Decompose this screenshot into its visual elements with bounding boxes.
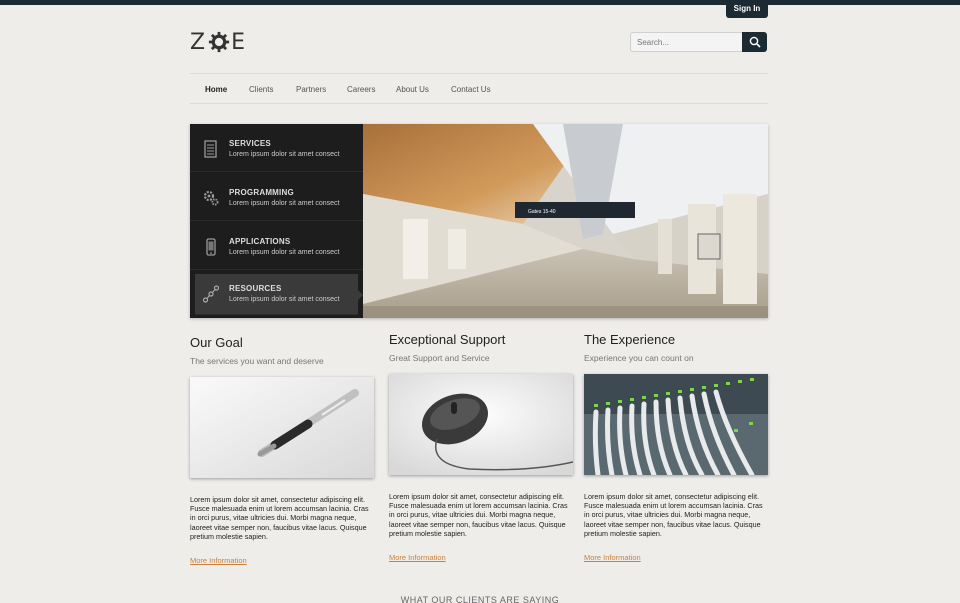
main-nav: Home Clients Partners Careers About Us C… xyxy=(190,73,768,104)
hero-item-subtitle: Lorem ipsum dolor sit amet consect xyxy=(229,151,340,158)
hero-item-subtitle: Lorem ipsum dolor sit amet consect xyxy=(229,200,340,207)
search-input[interactable] xyxy=(630,32,744,52)
mouse-photo xyxy=(389,374,573,475)
more-information-link[interactable]: More Information xyxy=(190,556,247,565)
hero-slider: SERVICES Lorem ipsum dolor sit amet cons… xyxy=(190,124,768,318)
nav-about-us[interactable]: About Us xyxy=(396,85,429,94)
hero-photo: Gates 15-40 xyxy=(363,124,768,318)
column-subtitle: Great Support and Service xyxy=(389,353,490,363)
more-information-link[interactable]: More Information xyxy=(584,553,641,562)
search-button[interactable] xyxy=(742,32,767,52)
gears-icon xyxy=(203,190,219,206)
column-title: The Experience xyxy=(584,332,676,347)
logo[interactable]: Z E xyxy=(190,29,247,55)
gear-icon xyxy=(208,31,230,53)
hero-item-title: SERVICES xyxy=(229,139,271,148)
hero-item-subtitle: Lorem ipsum dolor sit amet consect xyxy=(229,296,340,303)
hero-item-applications[interactable]: APPLICATIONS Lorem ipsum dolor sit amet … xyxy=(190,222,363,270)
nav-home[interactable]: Home xyxy=(205,85,227,94)
network-icon xyxy=(202,285,220,303)
search-icon xyxy=(749,36,761,48)
column-body: Lorem ipsum dolor sit amet, consectetur … xyxy=(389,492,568,538)
gate-sign-text: Gates 15-40 xyxy=(528,209,556,215)
nav-careers[interactable]: Careers xyxy=(347,85,375,94)
top-bar xyxy=(0,0,960,5)
sign-in-button[interactable]: Sign In xyxy=(726,0,768,18)
hero-item-services[interactable]: SERVICES Lorem ipsum dolor sit amet cons… xyxy=(190,124,363,172)
hero-item-resources[interactable]: RESOURCES Lorem ipsum dolor sit amet con… xyxy=(195,274,358,315)
column-exceptional-support: Exceptional Support Great Support and Se… xyxy=(389,332,573,363)
hero-item-subtitle: Lorem ipsum dolor sit amet consect xyxy=(229,249,340,256)
pen-photo xyxy=(190,377,374,478)
network-cables-photo xyxy=(584,374,768,475)
column-body: Lorem ipsum dolor sit amet, consectetur … xyxy=(190,495,369,541)
hero-item-title: APPLICATIONS xyxy=(229,237,291,246)
column-subtitle: Experience you can count on xyxy=(584,353,694,363)
search-box xyxy=(630,32,767,52)
document-icon xyxy=(204,140,217,158)
column-the-experience: The Experience Experience you can count … xyxy=(584,332,768,363)
more-information-link[interactable]: More Information xyxy=(389,553,446,562)
phone-icon xyxy=(206,238,216,256)
nav-contact-us[interactable]: Contact Us xyxy=(451,85,491,94)
hero-menu: SERVICES Lorem ipsum dolor sit amet cons… xyxy=(190,124,363,318)
hero-item-title: PROGRAMMING xyxy=(229,188,294,197)
column-body: Lorem ipsum dolor sit amet, consectetur … xyxy=(584,492,763,538)
clients-heading: WHAT OUR CLIENTS ARE SAYING xyxy=(400,595,560,603)
column-title: Our Goal xyxy=(190,335,243,350)
nav-clients[interactable]: Clients xyxy=(249,85,273,94)
column-title: Exceptional Support xyxy=(389,332,506,347)
hero-item-programming[interactable]: PROGRAMMING Lorem ipsum dolor sit amet c… xyxy=(190,173,363,221)
logo-letter-z: Z xyxy=(190,29,208,55)
column-our-goal: Our Goal The services you want and deser… xyxy=(190,335,374,366)
hero-item-title: RESOURCES xyxy=(229,284,282,293)
column-subtitle: The services you want and deserve xyxy=(190,356,324,366)
logo-letter-e: E xyxy=(231,29,247,55)
nav-partners[interactable]: Partners xyxy=(296,85,326,94)
